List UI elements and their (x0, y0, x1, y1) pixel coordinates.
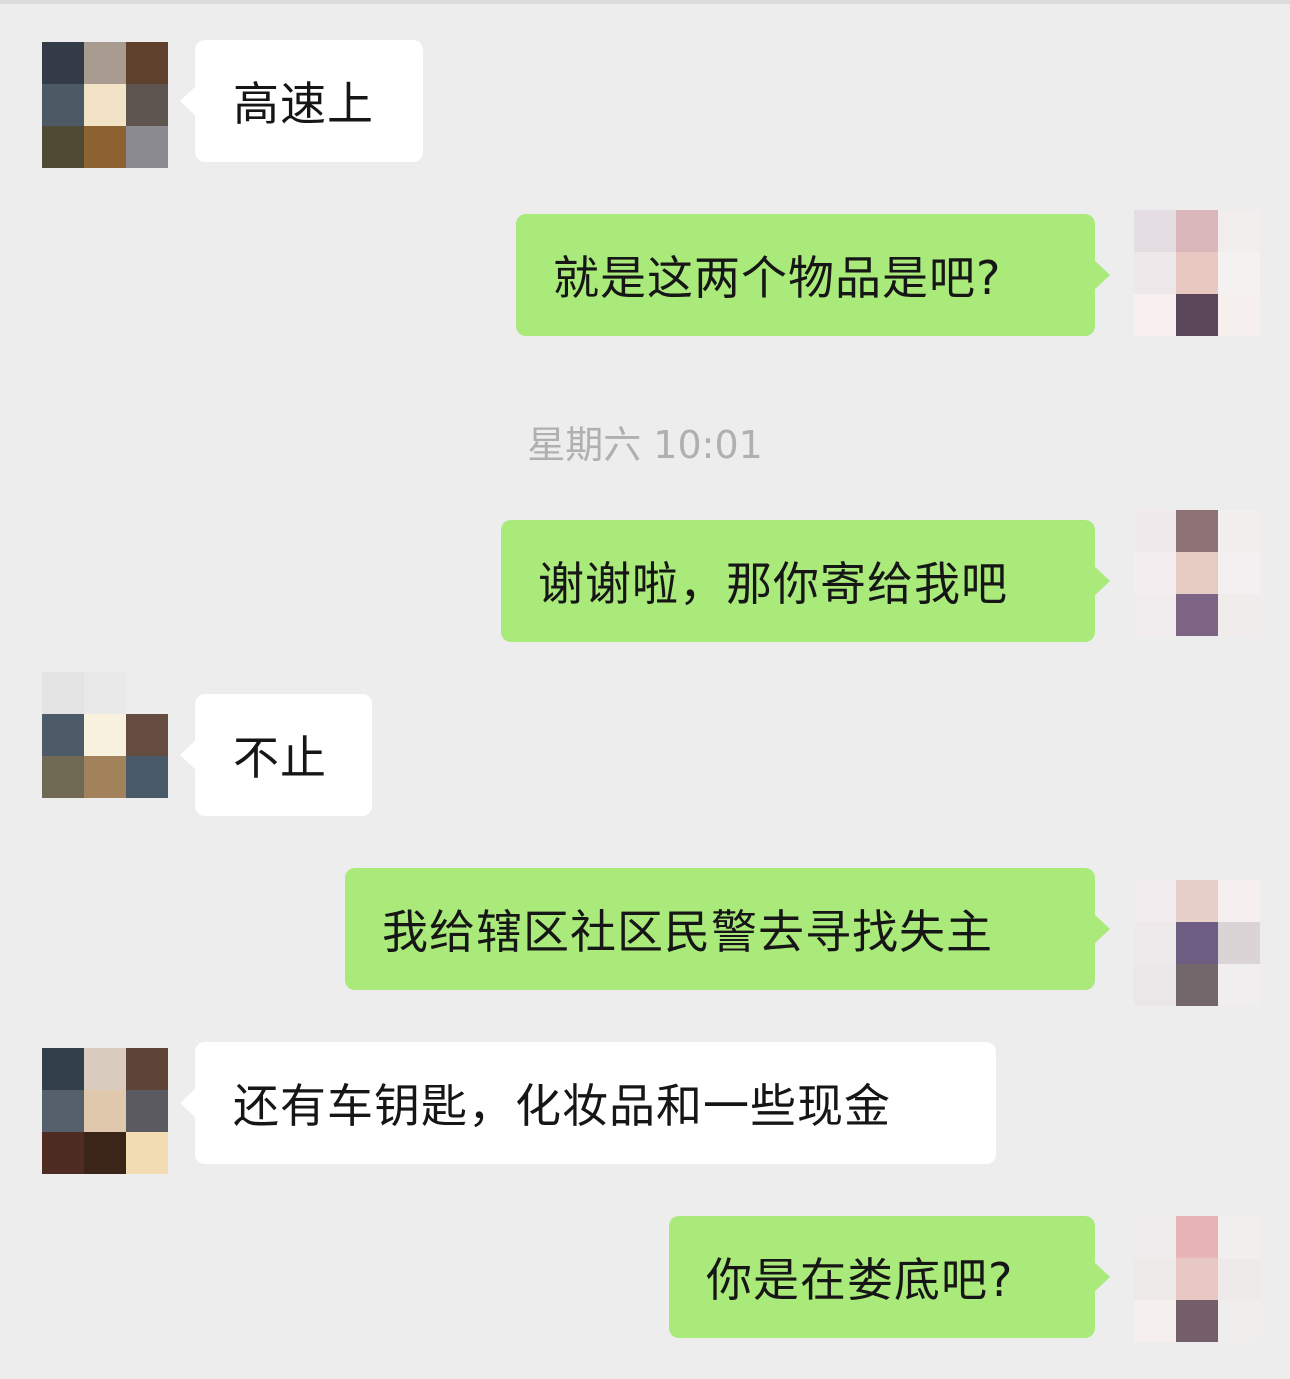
message-text: 还有车钥匙，化妆品和一些现金 (233, 1079, 891, 1133)
avatar-pixel (84, 714, 126, 756)
avatar-pixel (1176, 922, 1218, 964)
avatar-pixel (1176, 510, 1218, 552)
message-bubble-outgoing[interactable]: 就是这两个物品是吧? (516, 214, 1110, 336)
self-avatar[interactable] (1134, 1216, 1260, 1342)
avatar-pixel (84, 1090, 126, 1132)
avatar-pixel (126, 1132, 168, 1174)
message-text: 就是这两个物品是吧? (553, 251, 1002, 305)
avatar-pixel (42, 672, 84, 714)
avatar-pixel (126, 126, 168, 168)
avatar-pixel (84, 756, 126, 798)
contact-avatar[interactable] (42, 42, 168, 168)
avatar-pixel (1134, 252, 1176, 294)
avatar-pixel (1134, 594, 1176, 636)
avatar-pixel (84, 126, 126, 168)
avatar-pixel (126, 84, 168, 126)
avatar-pixel (1218, 1258, 1260, 1300)
message-bubble-incoming[interactable]: 还有车钥匙，化妆品和一些现金 (180, 1042, 996, 1164)
message-text: 谢谢啦，那你寄给我吧 (538, 557, 1008, 611)
avatar-pixel (42, 1048, 84, 1090)
avatar-pixel (1134, 510, 1176, 552)
avatar-pixel (42, 42, 84, 84)
avatar-pixel (1176, 294, 1218, 336)
avatar-pixel (1218, 210, 1260, 252)
avatar-pixel (1218, 510, 1260, 552)
avatar-pixel (1176, 210, 1218, 252)
avatar-pixel (126, 672, 168, 714)
avatar-pixel (1218, 594, 1260, 636)
avatar-pixel (1134, 880, 1176, 922)
avatar-pixel (84, 1132, 126, 1174)
self-avatar[interactable] (1134, 210, 1260, 336)
avatar-pixel (1218, 1300, 1260, 1342)
avatar-pixel (1134, 552, 1176, 594)
avatar-pixel (1218, 922, 1260, 964)
avatar-pixel (1218, 964, 1260, 1006)
message-bubble-outgoing[interactable]: 我给辖区社区民警去寻找失主 (345, 868, 1110, 990)
avatar-pixel (1176, 252, 1218, 294)
self-avatar[interactable] (1134, 880, 1260, 1006)
avatar-pixel (1134, 1258, 1176, 1300)
avatar-pixel (126, 756, 168, 798)
avatar-pixel (84, 1048, 126, 1090)
message-bubble-outgoing[interactable]: 谢谢啦，那你寄给我吧 (501, 520, 1110, 642)
avatar-pixel (1134, 294, 1176, 336)
avatar-pixel (126, 714, 168, 756)
top-divider (0, 0, 1290, 4)
message-text: 你是在娄底吧? (706, 1253, 1014, 1307)
avatar-pixel (1218, 294, 1260, 336)
avatar-pixel (1176, 594, 1218, 636)
avatar-pixel (1218, 880, 1260, 922)
avatar-pixel (84, 84, 126, 126)
avatar-pixel (1176, 1216, 1218, 1258)
avatar-pixel (1134, 922, 1176, 964)
avatar-pixel (1218, 252, 1260, 294)
self-avatar[interactable] (1134, 510, 1260, 636)
avatar-pixel (42, 1090, 84, 1132)
avatar-pixel (1134, 1300, 1176, 1342)
avatar-pixel (1176, 964, 1218, 1006)
avatar-pixel (42, 126, 84, 168)
avatar-pixel (42, 714, 84, 756)
message-text: 高速上 (233, 77, 374, 131)
message-bubble-incoming[interactable]: 高速上 (180, 40, 423, 162)
avatar-pixel (42, 756, 84, 798)
avatar-pixel (1218, 552, 1260, 594)
chat-timestamp: 星期六 10:01 (527, 423, 763, 467)
avatar-pixel (1134, 210, 1176, 252)
message-text: 我给辖区社区民警去寻找失主 (382, 905, 993, 959)
avatar-pixel (42, 1132, 84, 1174)
avatar-pixel (42, 84, 84, 126)
avatar-pixel (84, 42, 126, 84)
avatar-pixel (126, 42, 168, 84)
avatar-pixel (1134, 1216, 1176, 1258)
avatar-pixel (1176, 880, 1218, 922)
contact-avatar[interactable] (42, 1048, 168, 1174)
message-bubble-outgoing[interactable]: 你是在娄底吧? (669, 1216, 1110, 1338)
avatar-pixel (1176, 1300, 1218, 1342)
avatar-pixel (1218, 1216, 1260, 1258)
avatar-pixel (84, 672, 126, 714)
avatar-pixel (1176, 1258, 1218, 1300)
message-bubble-incoming[interactable]: 不止 (180, 694, 372, 816)
avatar-pixel (126, 1048, 168, 1090)
avatar-pixel (1176, 552, 1218, 594)
avatar-pixel (126, 1090, 168, 1132)
contact-avatar[interactable] (42, 672, 168, 798)
message-text: 不止 (233, 731, 327, 785)
avatar-pixel (1134, 964, 1176, 1006)
